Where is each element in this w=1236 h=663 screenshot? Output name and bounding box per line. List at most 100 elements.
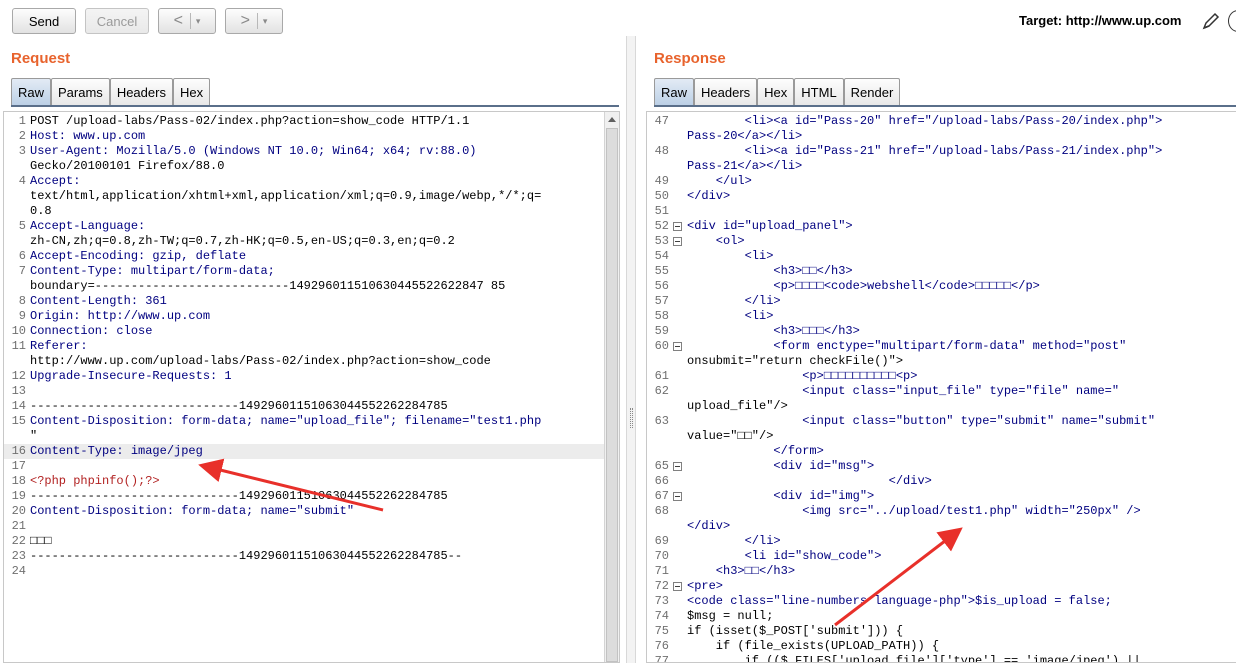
- code-line: 51: [647, 204, 1236, 219]
- edit-pencil-icon[interactable]: [1200, 10, 1222, 32]
- code-line: 53 <ol>: [647, 234, 1236, 249]
- tab-render[interactable]: Render: [843, 78, 901, 105]
- code-line: 50 </div>: [647, 189, 1236, 204]
- code-text: Content-Type: image/jpeg: [30, 444, 203, 458]
- response-tabs: Raw Headers Hex HTML Render: [654, 78, 901, 105]
- code-text: 0.8: [30, 204, 52, 218]
- line-number: 18: [11, 474, 26, 488]
- line-number: 48: [654, 144, 669, 158]
- code-text: Content-Disposition: form-data; name="up…: [30, 414, 542, 428]
- back-button[interactable]: < ▾: [158, 8, 216, 34]
- code-text: <h3>□□</h3>: [687, 264, 853, 278]
- line-number: 51: [654, 204, 669, 218]
- tab-params[interactable]: Params: [51, 78, 110, 105]
- code-text: Origin: http://www.up.com: [30, 309, 211, 323]
- scroll-thumb[interactable]: [606, 128, 618, 662]
- code-text: <div id="msg">: [687, 459, 875, 473]
- line-number: 65: [654, 459, 669, 473]
- request-scrollbar[interactable]: [604, 112, 619, 662]
- scroll-up-icon[interactable]: [605, 112, 619, 127]
- code-text: Accept-Encoding: gzip, deflate: [30, 249, 247, 263]
- line-number: 12: [11, 369, 26, 383]
- code-line: 62 <input class="input_file" type="file"…: [647, 384, 1236, 399]
- code-text: <li>: [687, 309, 774, 323]
- line-number: 55: [654, 264, 669, 278]
- tab-raw[interactable]: Raw: [11, 78, 52, 105]
- code-line: 12 Upgrade-Insecure-Requests: 1: [4, 369, 619, 384]
- code-line: 54 <li>: [647, 249, 1236, 264]
- tab-headers[interactable]: Headers: [694, 78, 758, 105]
- line-number: 66: [654, 474, 669, 488]
- code-line: Gecko/20100101 Firefox/88.0: [4, 159, 619, 174]
- help-icon[interactable]: [1228, 10, 1236, 32]
- fold-toggle-icon[interactable]: [673, 237, 682, 246]
- code-line: </form>: [647, 444, 1236, 459]
- fold-toggle-icon[interactable]: [673, 492, 682, 501]
- code-text: <input class="button" type="submit" name…: [687, 414, 1156, 428]
- code-line: text/html,application/xhtml+xml,applicat…: [4, 189, 619, 204]
- forward-button[interactable]: > ▾: [225, 8, 283, 34]
- code-text: <?php phpinfo();?>: [30, 474, 160, 488]
- code-line: 8 Content-Length: 361: [4, 294, 619, 309]
- line-number: 8: [18, 294, 26, 308]
- tab-headers[interactable]: Headers: [109, 78, 173, 105]
- line-number: 19: [11, 489, 26, 503]
- tab-raw[interactable]: Raw: [654, 78, 695, 105]
- tab-hex[interactable]: Hex: [757, 78, 795, 105]
- response-editor[interactable]: 47 <li><a id="Pass-20" href="/upload-lab…: [646, 111, 1236, 663]
- code-text: if (($_FILES['upload_file']['type'] == '…: [687, 654, 1141, 663]
- fold-toggle-icon[interactable]: [673, 342, 682, 351]
- code-line: 61 <p>□□□□□□□□□□<p>: [647, 369, 1236, 384]
- fold-toggle-icon[interactable]: [673, 462, 682, 471]
- code-text: </div>: [687, 189, 731, 203]
- code-line: ": [4, 429, 619, 444]
- back-arrow-icon: <: [173, 12, 183, 29]
- line-number: 5: [18, 219, 26, 233]
- code-text: User-Agent: Mozilla/5.0 (Windows NT 10.0…: [30, 144, 477, 158]
- line-number: 21: [11, 519, 26, 533]
- code-text: Host: www.up.com: [30, 129, 146, 143]
- fold-toggle-icon[interactable]: [673, 222, 682, 231]
- code-text: if (isset($_POST['submit'])) {: [687, 624, 904, 638]
- line-number: 16: [11, 444, 26, 458]
- code-text: <img src="../upload/test1.php" width="25…: [687, 504, 1141, 518]
- code-line: 48 <li><a id="Pass-21" href="/upload-lab…: [647, 144, 1236, 159]
- send-button[interactable]: Send: [12, 8, 76, 34]
- line-number: 15: [11, 414, 26, 428]
- code-line: 0.8: [4, 204, 619, 219]
- code-line: 22 □□□: [4, 534, 619, 549]
- response-pane: Response Raw Headers Hex HTML Render 47 …: [643, 42, 1236, 663]
- fold-toggle-icon[interactable]: [673, 582, 682, 591]
- code-text: -----------------------------14929601151…: [30, 549, 463, 563]
- tab-hex[interactable]: Hex: [172, 78, 211, 105]
- line-number: 6: [18, 249, 26, 263]
- code-line: 73 <code class="line-numbers language-php…: [647, 594, 1236, 609]
- line-number: 50: [654, 189, 669, 203]
- code-text: <h3>□□</h3>: [687, 564, 796, 578]
- code-line: 15 Content-Disposition: form-data; name="…: [4, 414, 619, 429]
- code-text: <pre>: [687, 579, 724, 593]
- line-number: 77: [654, 654, 669, 663]
- line-number: 3: [18, 144, 26, 158]
- button-separator: [256, 13, 258, 29]
- code-line: 60 <form enctype="multipart/form-data" m…: [647, 339, 1236, 354]
- code-text: <p>□□□□<code>webshell</code>□□□□□</p>: [687, 279, 1040, 293]
- line-number: 72: [654, 579, 669, 593]
- line-number: 2: [18, 129, 26, 143]
- code-text: if (file_exists(UPLOAD_PATH)) {: [687, 639, 940, 653]
- pane-splitter[interactable]: [626, 36, 636, 663]
- code-line: zh-CN,zh;q=0.8,zh-TW;q=0.7,zh-HK;q=0.5,e…: [4, 234, 619, 249]
- code-line: </div>: [647, 519, 1236, 534]
- cancel-button[interactable]: Cancel: [85, 8, 149, 34]
- code-line: boundary=---------------------------1492…: [4, 279, 619, 294]
- line-number: 14: [11, 399, 26, 413]
- code-text: -----------------------------14929601151…: [30, 399, 448, 413]
- tab-html[interactable]: HTML: [794, 78, 844, 105]
- response-lines: 47 <li><a id="Pass-20" href="/upload-lab…: [647, 114, 1236, 663]
- code-line: 72 <pre>: [647, 579, 1236, 594]
- code-text: Content-Length: 361: [30, 294, 167, 308]
- line-number: 60: [654, 339, 669, 353]
- code-line: 66 </div>: [647, 474, 1236, 489]
- request-editor[interactable]: 1 POST /upload-labs/Pass-02/index.php?act…: [3, 111, 620, 663]
- code-text: Accept:: [30, 174, 81, 188]
